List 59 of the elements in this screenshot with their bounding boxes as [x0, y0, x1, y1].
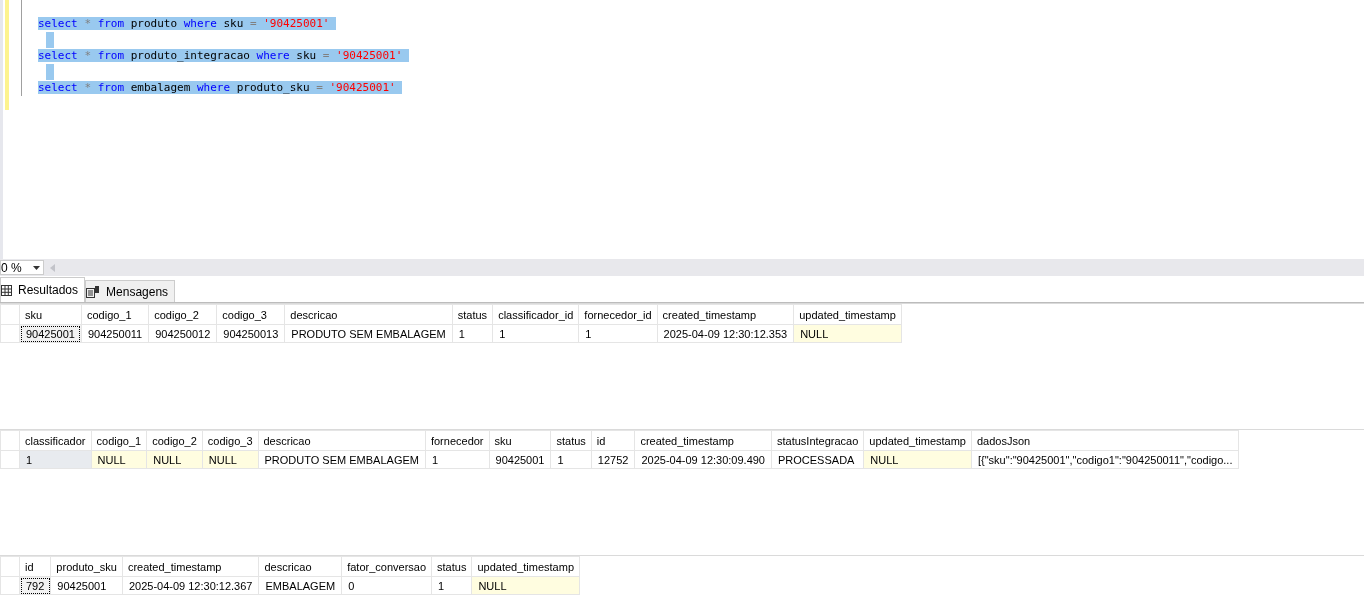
table-cell[interactable]: 12752	[591, 450, 635, 469]
caret-icon	[33, 265, 40, 270]
column-header[interactable]: sku	[489, 430, 551, 451]
column-header[interactable]: created_timestamp	[122, 556, 259, 577]
results-tab[interactable]: Resultados	[0, 277, 86, 302]
zoom-dropdown[interactable]: 0 %	[0, 260, 44, 275]
table-cell[interactable]: 1	[492, 324, 579, 343]
column-header[interactable]: updated_timestamp	[863, 430, 972, 451]
table-cell[interactable]: 1	[452, 324, 493, 343]
column-header[interactable]: created_timestamp	[657, 304, 794, 325]
table-cell[interactable]: 904250011	[81, 324, 149, 343]
column-header[interactable]: codigo_3	[202, 430, 258, 451]
column-header[interactable]: classificador_id	[492, 304, 579, 325]
table-cell[interactable]: 2025-04-09 12:30:09.490	[634, 450, 772, 469]
table-cell[interactable]: 90425001	[50, 576, 123, 595]
column-header[interactable]: dadosJson	[971, 430, 1239, 451]
column-header[interactable]: codigo_1	[81, 304, 149, 325]
table-cell[interactable]: EMBALAGEM	[258, 576, 342, 595]
table-cell[interactable]: 1	[431, 576, 472, 595]
column-header[interactable]: descricao	[284, 304, 453, 325]
column-header[interactable]: codigo_1	[91, 430, 147, 451]
column-header[interactable]: sku	[19, 304, 82, 325]
column-header[interactable]: id	[19, 556, 51, 577]
table-cell[interactable]: 2025-04-09 12:30:12.353	[657, 324, 794, 343]
document-icon	[86, 285, 101, 298]
table-cell[interactable]: PRODUTO SEM EMBALAGEM	[284, 324, 453, 343]
results-tab[interactable]: Mensagens	[85, 280, 176, 302]
column-header[interactable]: fornecedor	[425, 430, 490, 451]
column-header[interactable]: status	[431, 556, 472, 577]
column-header[interactable]: status	[452, 304, 493, 325]
table-cell[interactable]: PRODUTO SEM EMBALAGEM	[258, 450, 426, 469]
column-header[interactable]: classificador	[19, 430, 92, 451]
table-cell[interactable]: 1	[551, 450, 592, 469]
query-editor[interactable]: select * from produto where sku = '90425001' select * from produto_integracao where sku = '90425001' select * from embalagem where produto_sku = '90425001'	[0, 0, 1364, 259]
table-cell[interactable]: 1	[425, 450, 490, 469]
scroll-left-icon[interactable]	[50, 263, 55, 272]
table-cell[interactable]: [{"sku":"90425001","codigo1":"904250011","codigo...	[971, 450, 1239, 469]
column-header[interactable]: descricao	[258, 556, 342, 577]
column-header[interactable]: statusIntegracao	[771, 430, 864, 451]
column-header[interactable]: fator_conversao	[341, 556, 432, 577]
table-cell[interactable]: 904250012	[148, 324, 217, 343]
column-header[interactable]: codigo_2	[146, 430, 203, 451]
column-header[interactable]: updated_timestamp	[793, 304, 902, 325]
table-cell[interactable]: 90425001	[489, 450, 551, 469]
column-header[interactable]: codigo_3	[216, 304, 285, 325]
column-header[interactable]: updated_timestamp	[471, 556, 580, 577]
table-cell[interactable]: 904250013	[216, 324, 285, 343]
column-header[interactable]: status	[551, 430, 592, 451]
column-header[interactable]: id	[591, 430, 635, 451]
table-cell[interactable]: 1	[578, 324, 658, 343]
column-header[interactable]: descricao	[258, 430, 426, 451]
column-header[interactable]: fornecedor_id	[578, 304, 658, 325]
column-header[interactable]: produto_sku	[50, 556, 123, 577]
table-cell[interactable]: PROCESSADA	[771, 450, 864, 469]
table-cell[interactable]: 0	[341, 576, 432, 595]
table-cell[interactable]: 2025-04-09 12:30:12.367	[122, 576, 259, 595]
grid-icon	[1, 284, 12, 296]
column-header[interactable]: codigo_2	[148, 304, 217, 325]
column-header[interactable]: created_timestamp	[634, 430, 772, 451]
